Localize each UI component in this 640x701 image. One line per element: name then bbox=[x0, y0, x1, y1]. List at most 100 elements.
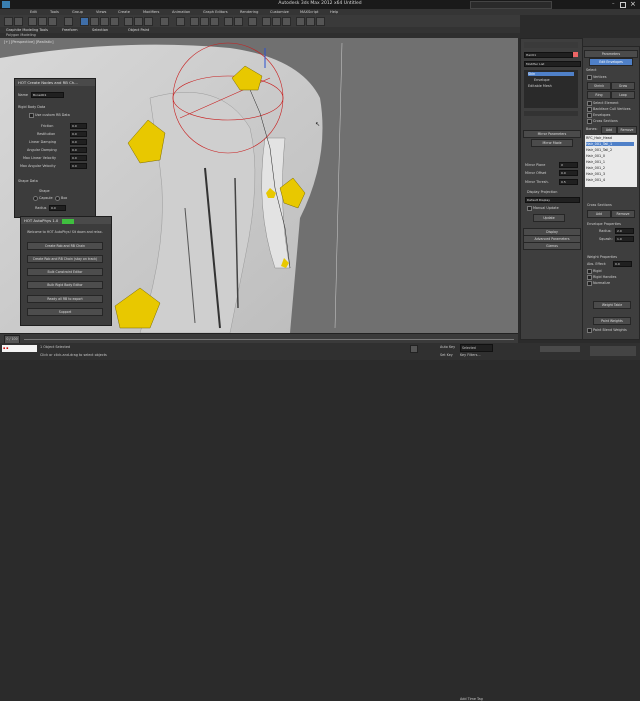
percent-snap-icon[interactable] bbox=[210, 17, 219, 26]
tab-object-paint[interactable]: Object Paint bbox=[128, 28, 149, 32]
box-radio[interactable] bbox=[55, 196, 60, 201]
menu-customize[interactable]: Customize bbox=[270, 10, 289, 14]
cs-remove-button[interactable]: Remove bbox=[611, 210, 635, 218]
modifier-list-dropdown[interactable]: Modifier List bbox=[524, 61, 581, 67]
bulk-constraint-button[interactable]: Bulk Constraint Editor bbox=[27, 268, 103, 276]
link-icon[interactable] bbox=[28, 17, 37, 26]
bone-item[interactable]: Hair_001_1 bbox=[586, 160, 605, 164]
stack-item-editable-mesh[interactable]: Editable Mesh bbox=[528, 84, 552, 88]
remove-bone-button[interactable]: Remove bbox=[617, 126, 637, 134]
curve-editor-icon[interactable] bbox=[262, 17, 271, 26]
add-bone-button[interactable]: Add bbox=[601, 126, 617, 134]
tab-freeform[interactable]: Freeform bbox=[62, 28, 78, 32]
maxscript-listener[interactable]: ▪ ▪ bbox=[2, 345, 37, 352]
angle-snap-icon[interactable] bbox=[200, 17, 209, 26]
restitution-field[interactable]: 0.0 bbox=[70, 131, 87, 137]
menu-help[interactable]: Help bbox=[330, 10, 338, 14]
menu-animation[interactable]: Animation bbox=[172, 10, 190, 14]
weight-table-button[interactable]: Weight Table bbox=[593, 301, 631, 309]
select-object-icon[interactable] bbox=[80, 17, 89, 26]
radius-field[interactable]: 0.0 bbox=[49, 205, 66, 211]
capsule-radio[interactable] bbox=[33, 196, 38, 201]
render-icon[interactable] bbox=[316, 17, 325, 26]
set-key-button[interactable]: Set Key bbox=[440, 353, 453, 357]
menu-create[interactable]: Create bbox=[118, 10, 130, 14]
bones-list[interactable]: RFC_Hair_Head Hair_001_Tail_1 Hair_001_T… bbox=[585, 135, 637, 187]
pivot-center-icon[interactable] bbox=[176, 17, 185, 26]
unlink-icon[interactable] bbox=[38, 17, 47, 26]
object-name-field[interactable]: Hair01 bbox=[524, 52, 573, 58]
panel-tab-icons[interactable] bbox=[524, 42, 578, 48]
rigid-checkbox[interactable] bbox=[587, 269, 592, 274]
menu-maxscript[interactable]: MAXScript bbox=[300, 10, 318, 14]
rect-select-icon[interactable] bbox=[100, 17, 109, 26]
ref-coord-icon[interactable] bbox=[160, 17, 169, 26]
loop-button[interactable]: Loop bbox=[611, 91, 635, 99]
add-time-tag[interactable]: Add Time Tag bbox=[460, 697, 483, 701]
mirror-icon[interactable] bbox=[224, 17, 233, 26]
backface-cull-checkbox[interactable] bbox=[587, 107, 592, 112]
menu-group[interactable]: Group bbox=[72, 10, 83, 14]
angular-damping-field[interactable]: 0.0 bbox=[70, 147, 87, 153]
bone-item[interactable]: Hair_001_2 bbox=[586, 166, 605, 170]
update-button[interactable]: Update bbox=[533, 214, 565, 222]
menu-views[interactable]: Views bbox=[96, 10, 106, 14]
render-setup-icon[interactable] bbox=[296, 17, 305, 26]
mirror-thresh-field[interactable]: 0.5 bbox=[559, 179, 578, 185]
linear-damping-field[interactable]: 0.0 bbox=[70, 139, 87, 145]
menu-rendering[interactable]: Rendering bbox=[240, 10, 258, 14]
playback-controls[interactable] bbox=[540, 346, 580, 352]
abs-effect-field[interactable]: 0.0 bbox=[613, 261, 632, 267]
select-by-name-icon[interactable] bbox=[90, 17, 99, 26]
menu-modifiers[interactable]: Modifiers bbox=[143, 10, 159, 14]
grow-button[interactable]: Grow bbox=[611, 82, 635, 90]
viewport-label[interactable]: [+] [Perspective] [Realistic] bbox=[4, 40, 54, 44]
tab-graphite-modeling[interactable]: Graphite Modeling Tools bbox=[6, 28, 48, 32]
key-filters-button[interactable]: Key Filters... bbox=[460, 353, 481, 357]
ring-button[interactable]: Ring bbox=[587, 91, 611, 99]
minimize-icon[interactable]: – bbox=[612, 2, 617, 7]
bind-spacewarp-icon[interactable] bbox=[48, 17, 57, 26]
window-crossing-icon[interactable] bbox=[110, 17, 119, 26]
manual-update-checkbox[interactable] bbox=[527, 206, 532, 211]
shrink-button[interactable]: Shrink bbox=[587, 82, 611, 90]
undo-icon[interactable] bbox=[4, 17, 13, 26]
scale-icon[interactable] bbox=[144, 17, 153, 26]
select-element-checkbox[interactable] bbox=[587, 101, 592, 106]
cs-add-button[interactable]: Add bbox=[587, 210, 611, 218]
bone-item[interactable]: Hair_001_Tail_2 bbox=[586, 148, 612, 152]
material-editor-icon[interactable] bbox=[282, 17, 291, 26]
envelopes-checkbox[interactable] bbox=[587, 113, 592, 118]
schematic-view-icon[interactable] bbox=[272, 17, 281, 26]
bulk-rigid-button[interactable]: Bulk Rigid Body Editor bbox=[27, 281, 103, 289]
mirror-mode-button[interactable]: Mirror Mode bbox=[531, 139, 573, 147]
use-custom-checkbox[interactable] bbox=[29, 113, 34, 118]
paint-weights-button[interactable]: Paint Weights bbox=[593, 317, 631, 325]
stack-item-envelope[interactable]: Envelope bbox=[534, 78, 550, 82]
viewport-nav-controls[interactable] bbox=[590, 346, 636, 356]
close-icon[interactable]: × bbox=[630, 0, 638, 8]
lock-icon[interactable] bbox=[410, 345, 418, 353]
radius-field[interactable]: 2.0 bbox=[615, 228, 634, 234]
export-button[interactable]: Ready all RB to export bbox=[27, 295, 103, 303]
mirror-offset-field[interactable]: 0.0 bbox=[559, 170, 578, 176]
friction-field[interactable]: 0.0 bbox=[70, 123, 87, 129]
move-icon[interactable] bbox=[124, 17, 133, 26]
rotate-icon[interactable] bbox=[134, 17, 143, 26]
cross-sections-checkbox[interactable] bbox=[587, 119, 592, 124]
bone-item[interactable]: Hair_001_3 bbox=[586, 172, 605, 176]
parameters-rollout[interactable]: Parameters bbox=[584, 50, 638, 58]
layers-icon[interactable] bbox=[248, 17, 257, 26]
bone-item[interactable]: Hair_001_0 bbox=[586, 154, 605, 158]
name-field[interactable]: Bone001 bbox=[31, 92, 64, 98]
stack-item-skin[interactable]: Skin bbox=[528, 72, 574, 76]
selected-dropdown[interactable]: Selected bbox=[460, 344, 493, 352]
default-display-dropdown[interactable]: Default Display bbox=[525, 197, 580, 203]
edit-envelopes-button[interactable]: Edit Envelopes bbox=[589, 58, 633, 66]
vertices-checkbox[interactable] bbox=[587, 75, 592, 80]
bone-item[interactable]: Hair_001_4 bbox=[586, 178, 605, 182]
rigid-handles-checkbox[interactable] bbox=[587, 275, 592, 280]
gizmos-rollout[interactable]: Gizmos bbox=[523, 242, 581, 250]
support-button[interactable]: Support bbox=[27, 308, 103, 316]
tab-selection[interactable]: Selection bbox=[92, 28, 108, 32]
